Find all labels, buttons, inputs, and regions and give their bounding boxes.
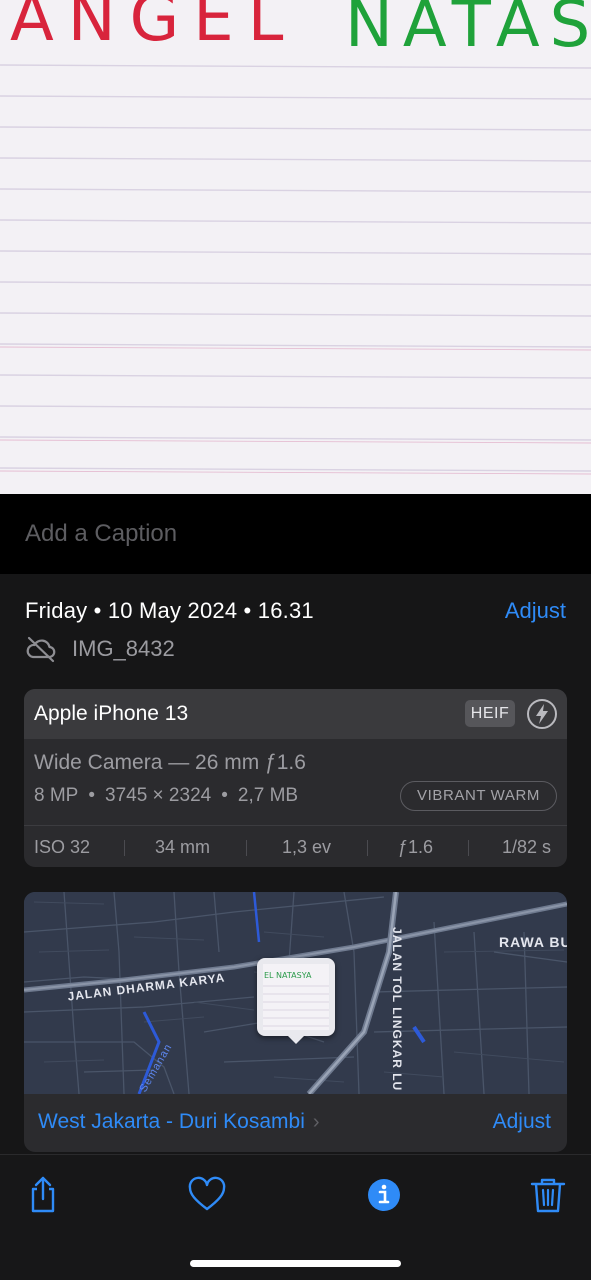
photo-date: Friday • 10 May 2024 • 16.31 (25, 598, 314, 623)
location-link[interactable]: West Jakarta - Duri Kosambi › (38, 1110, 320, 1134)
exif-aperture: ƒ1.6 (398, 837, 434, 857)
cloud-slash-icon (25, 635, 57, 663)
pin-thumbnail-image: EL NATASYA (263, 964, 329, 1030)
divider (246, 840, 247, 856)
divider (124, 840, 125, 856)
exif-row: ISO 32 34 mm 1,3 ev ƒ1.6 1/82 s (24, 826, 567, 867)
photo-location-pin[interactable]: EL NATASYA (257, 958, 335, 1036)
handwriting-left: ANGEL (10, 0, 297, 56)
caption-bar[interactable]: Add a Caption (0, 494, 591, 574)
caption-input[interactable]: Add a Caption (25, 520, 177, 548)
camera-card: Apple iPhone 13 HEIF Wide Camera — 26 mm… (24, 689, 567, 867)
chevron-right-icon: › (312, 1110, 320, 1133)
image-specs: 8 MP • 3745 × 2324 • 2,7 MB (34, 785, 299, 806)
format-badge: HEIF (465, 700, 515, 727)
resolution: 3745 × 2324 (105, 785, 212, 806)
camera-model: Apple iPhone 13 (34, 702, 189, 725)
location-name[interactable]: West Jakarta - Duri Kosambi (38, 1110, 305, 1134)
pin-thumbnail: EL NATASYA (263, 964, 329, 1030)
file-size: 2,7 MB (237, 785, 299, 806)
location-map[interactable]: JALAN DHARMA KARYA JALAN TOL LINGKAR LU … (24, 892, 567, 1094)
exif-iso: ISO 32 (34, 837, 91, 857)
adjust-location-button[interactable]: Adjust (493, 1110, 551, 1134)
exif-exposure: 1,3 ev (282, 837, 332, 857)
info-panel: Friday • 10 May 2024 • 16.31 Adjust IMG_… (0, 574, 591, 1154)
adjust-date-button[interactable]: Adjust (505, 598, 566, 624)
exif-focal-length: 34 mm (155, 837, 211, 857)
share-icon[interactable] (23, 1175, 63, 1215)
info-icon[interactable] (364, 1175, 404, 1215)
megapixels: 8 MP (34, 785, 79, 806)
photo-view[interactable]: ANGEL NATASA (0, 0, 591, 494)
pin-tail (286, 1034, 306, 1044)
heart-icon[interactable] (187, 1175, 227, 1215)
handwriting-right: NATASA (345, 0, 591, 62)
notebook-paper-photo: ANGEL NATASA (0, 0, 591, 494)
exif-shutter: 1/82 s (502, 837, 552, 857)
location-card: JALAN DHARMA KARYA JALAN TOL LINGKAR LU … (24, 892, 567, 1152)
photographic-style-badge: VIBRANT WARM (400, 781, 557, 811)
map-label-district: RAWA BU (499, 934, 567, 950)
divider (367, 840, 368, 856)
map-label-highway: JALAN TOL LINGKAR LU (390, 927, 404, 1092)
file-name: IMG_8432 (72, 636, 175, 661)
file-row: IMG_8432 (25, 634, 175, 664)
lens-info: Wide Camera — 26 mm ƒ1.6 (34, 751, 306, 774)
divider (468, 840, 469, 856)
pin-thumbnail-text: EL NATASYA (264, 971, 312, 980)
home-indicator[interactable] (190, 1260, 401, 1267)
trash-icon[interactable] (528, 1175, 568, 1215)
flash-off-icon (526, 698, 558, 730)
